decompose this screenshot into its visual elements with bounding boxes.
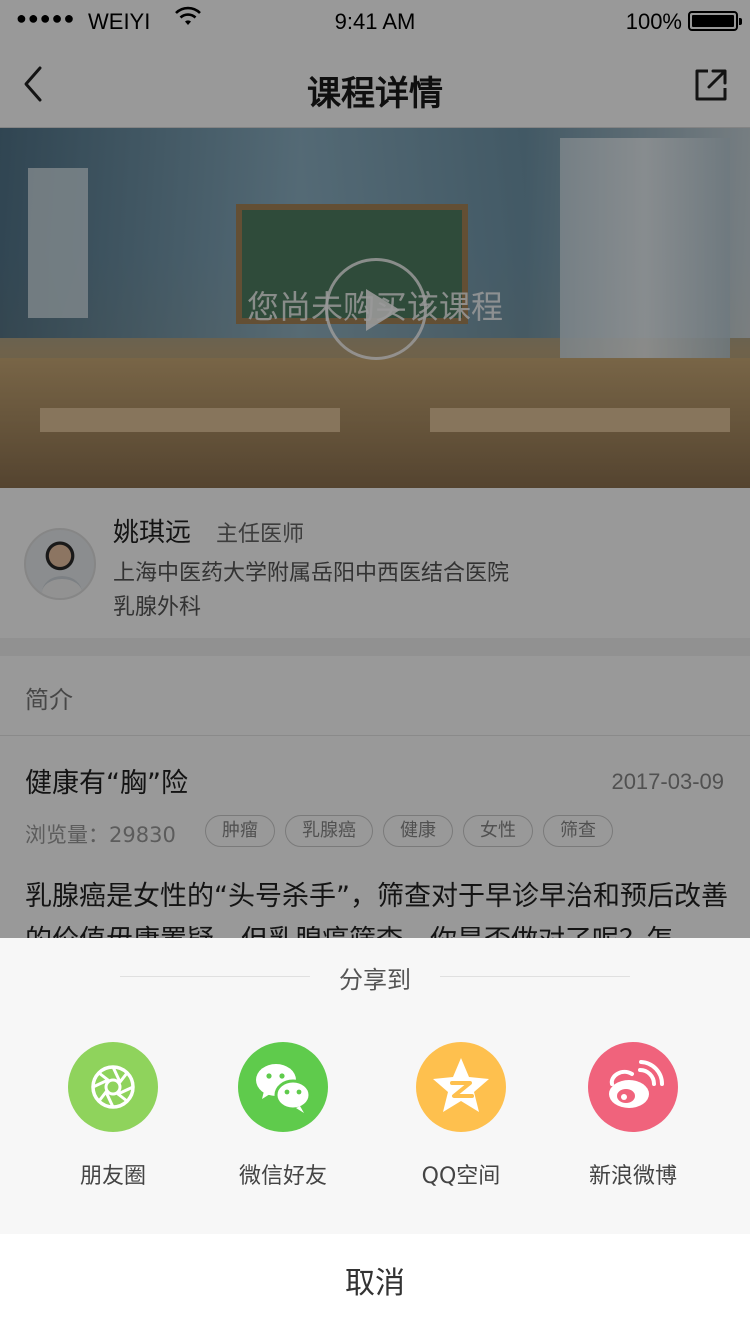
share-option-label: 新浪微博 <box>588 1164 677 1189</box>
share-qzone-button[interactable]: QQ空间 <box>386 1042 536 1190</box>
share-option-label: 朋友圈 <box>79 1164 146 1189</box>
cancel-button[interactable]: 取消 <box>0 1234 750 1334</box>
share-option-label: QQ空间 <box>421 1164 501 1189</box>
share-weibo-button[interactable]: 新浪微博 <box>558 1042 708 1190</box>
divider <box>440 976 630 977</box>
share-title: 分享到 <box>339 966 411 994</box>
course-detail-page: ●●●●● WEIYI 9:41 AM 100% 课程详情 您尚未购买该课程 姚… <box>0 0 750 1334</box>
weibo-icon <box>588 1042 678 1132</box>
share-moments-button[interactable]: 朋友圈 <box>38 1042 188 1190</box>
share-wechat-button[interactable]: 微信好友 <box>208 1042 358 1190</box>
share-sheet: 分享到 朋友圈 微信好友 QQ空间 新浪微博 <box>0 938 750 1234</box>
qzone-icon <box>416 1042 506 1132</box>
wechat-icon <box>238 1042 328 1132</box>
share-option-label: 微信好友 <box>238 1164 327 1189</box>
moments-icon <box>68 1042 158 1132</box>
share-header: 分享到 <box>0 960 750 994</box>
